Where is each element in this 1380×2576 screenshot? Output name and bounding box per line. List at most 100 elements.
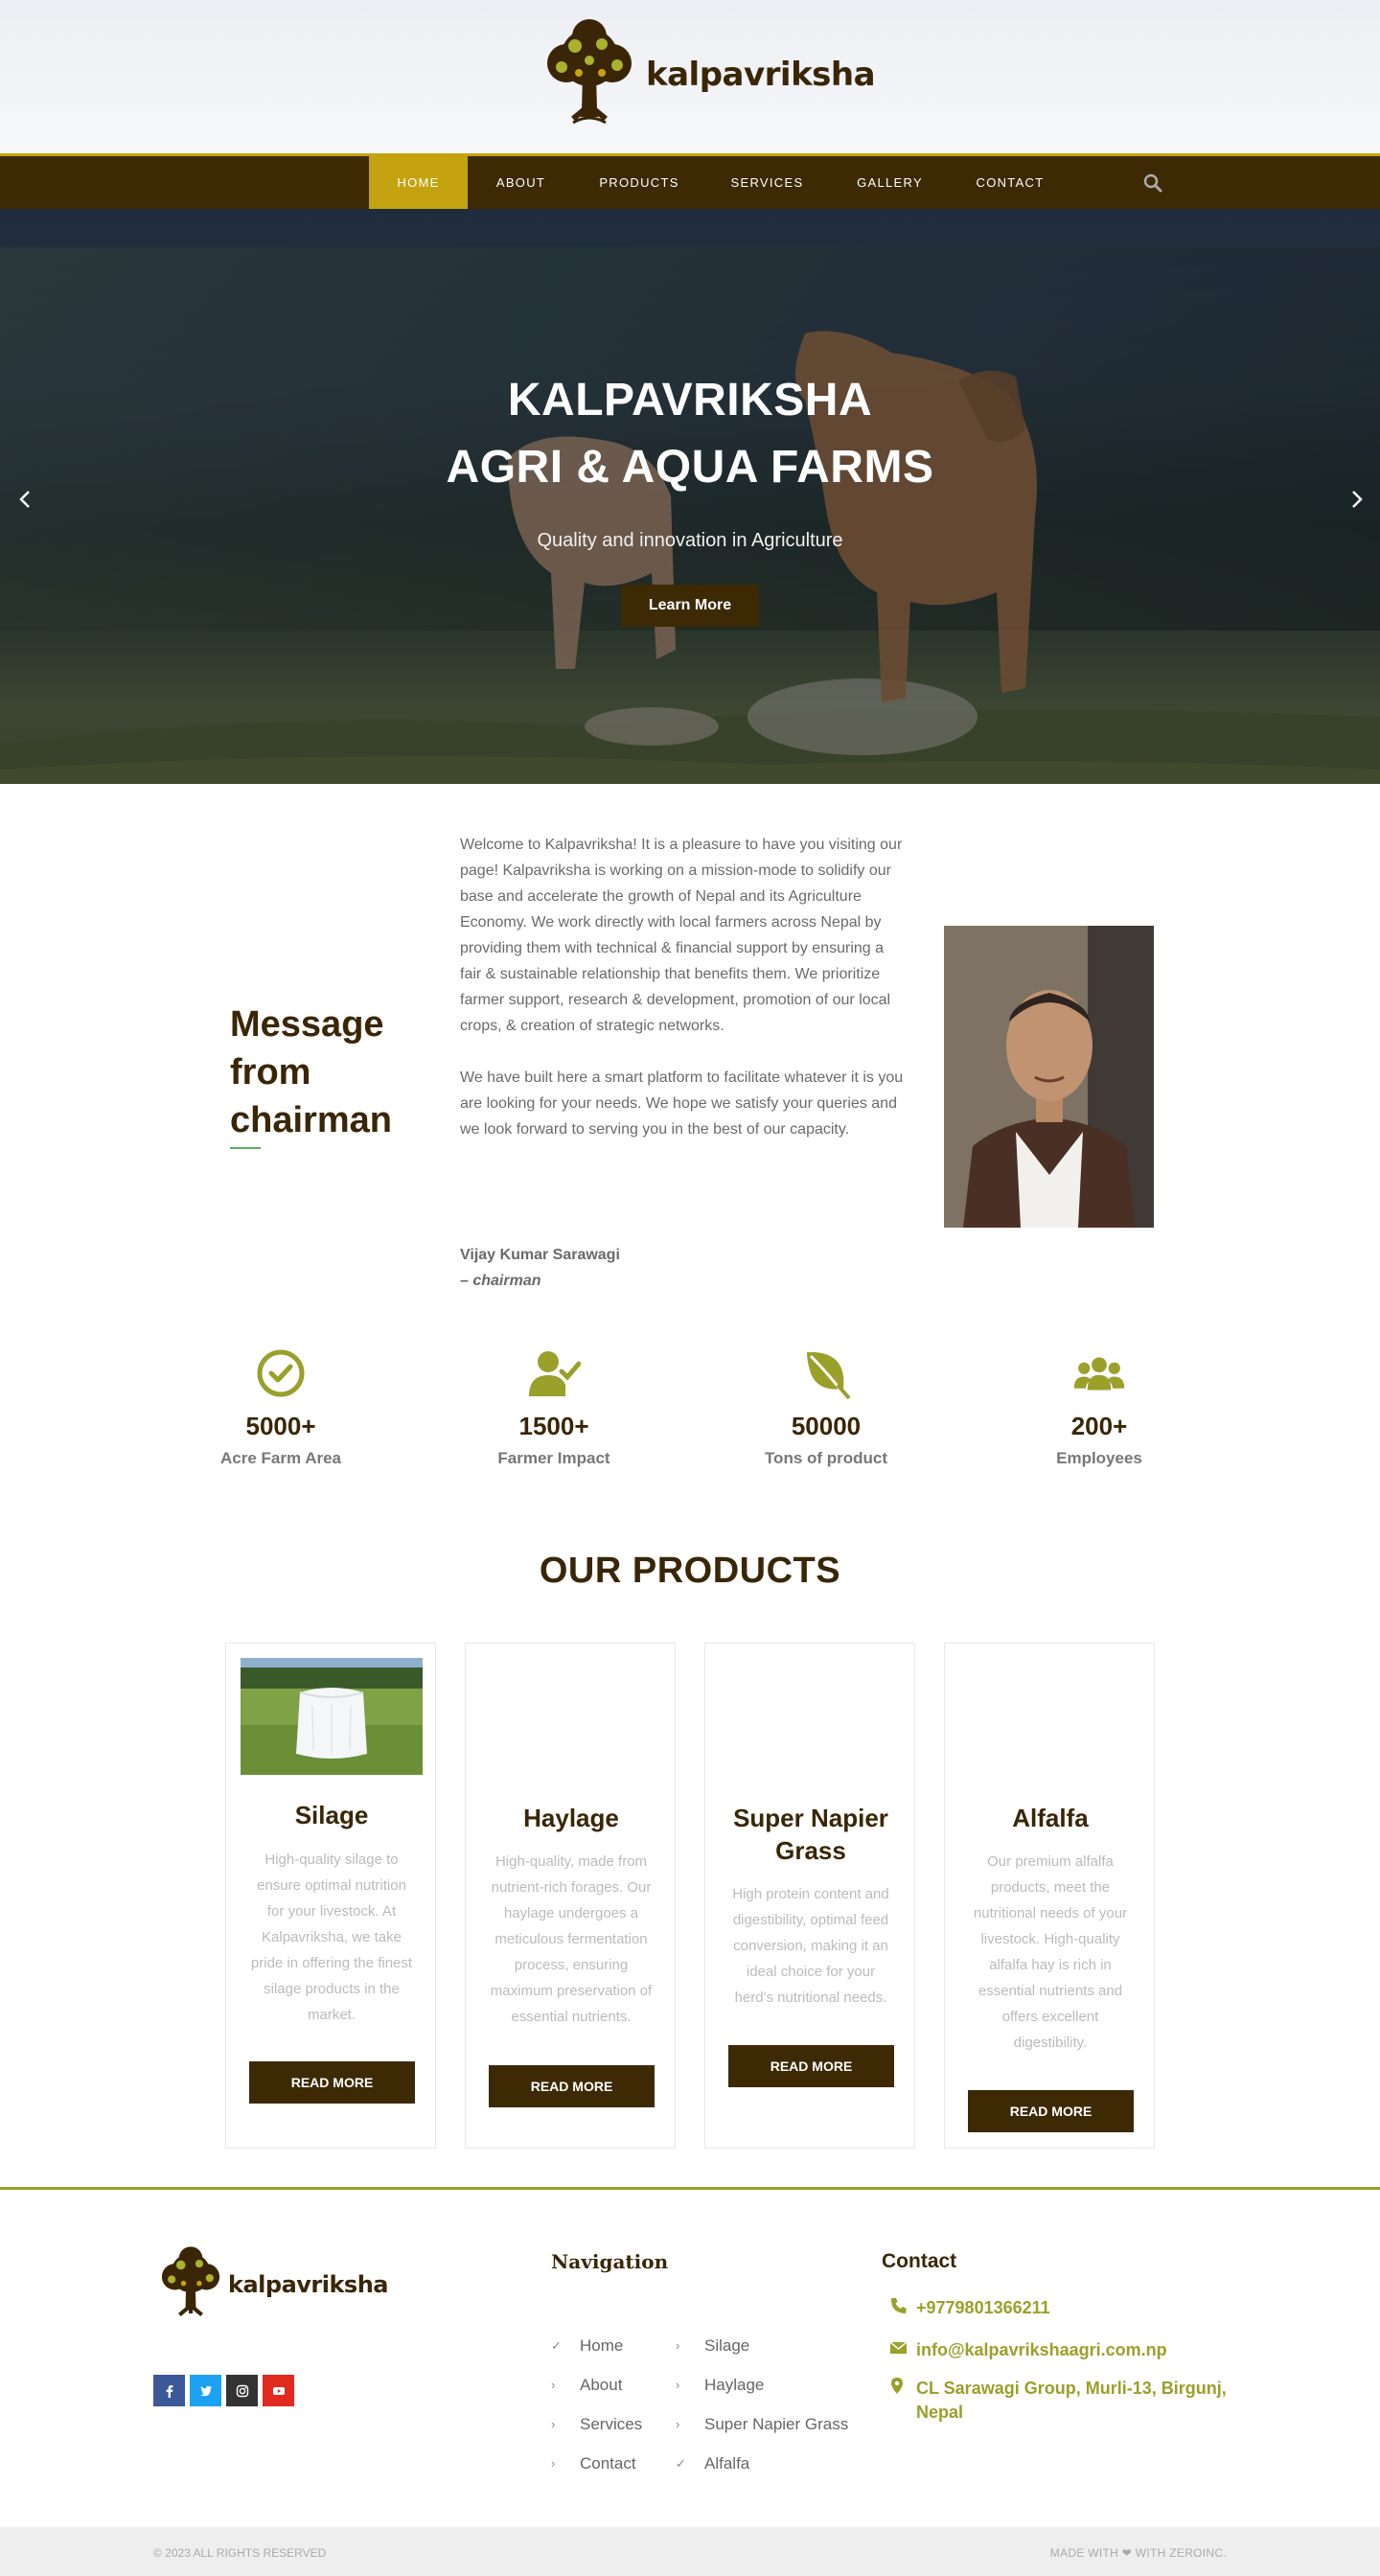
hero-title-line2: AGRI & AQUA FARMS	[446, 442, 934, 493]
twitter-icon[interactable]	[190, 2375, 221, 2406]
contact-address: CL Sarawagi Group, Murli-13, Birgunj, Ne…	[882, 2377, 1227, 2425]
footer-logo[interactable]: kalpavriksha	[153, 2244, 389, 2325]
footer-link-label: Home	[580, 2335, 624, 2355]
chevron-right-icon[interactable]	[1347, 485, 1367, 514]
contact-phone[interactable]: +9779801366211	[882, 2296, 1050, 2320]
product-card-super-napier-grass: Super Napier Grass High protein content …	[704, 1643, 915, 2149]
made-with-text[interactable]: MADE WITH ❤ WITH ZEROINC.	[1050, 2546, 1227, 2560]
product-title: Super Napier Grass	[733, 1804, 888, 1865]
nav-item-products[interactable]: PRODUCTS	[574, 156, 704, 209]
copyright-text: © 2023 ALL RIGHTS RESERVED	[153, 2546, 327, 2560]
facebook-icon[interactable]	[153, 2375, 185, 2406]
stat-label: Acre Farm Area	[220, 1449, 341, 1467]
check-icon: ✓	[551, 2337, 562, 2353]
chevron-right-icon: ›	[676, 2378, 680, 2392]
nav-item-gallery[interactable]: GALLERY	[830, 156, 950, 209]
hero-subtitle: Quality and innovation in Agriculture	[537, 530, 843, 551]
tree-logo-icon	[547, 19, 632, 125]
stat-value: 5000+	[245, 1412, 316, 1440]
product-description: High-quality silage to ensure optimal nu…	[250, 1852, 413, 2023]
footer-link-label: About	[580, 2375, 623, 2394]
product-description: High-quality, made from nutrient-rich fo…	[490, 1853, 653, 2025]
learn-more-button[interactable]: Learn More	[621, 585, 759, 627]
footer-link-services[interactable]: › Services	[551, 2404, 642, 2444]
stat-acre-farm-area: 5000+ Acre Farm Area	[175, 1346, 386, 1468]
chairman-photo	[944, 926, 1154, 1228]
signature-role: – chairman	[460, 1273, 541, 1289]
chevron-right-icon: ›	[551, 2378, 556, 2392]
product-card-haylage: Haylage High-quality, made from nutrient…	[465, 1643, 676, 2149]
hero-title: KALPAVRIKSHA AGRI & AQUA FARMS	[0, 367, 1380, 501]
bottom-bar: © 2023 ALL RIGHTS RESERVED MADE WITH ❤ W…	[0, 2527, 1380, 2576]
brand-logo[interactable]: kalpavriksha	[535, 17, 876, 132]
footer-link-label: Services	[580, 2414, 643, 2433]
stat-label: Farmer Impact	[497, 1449, 610, 1467]
chevron-right-icon: ›	[551, 2417, 556, 2431]
youtube-icon[interactable]	[263, 2375, 294, 2406]
contact-email[interactable]: info@kalpavrikshaagri.com.np	[882, 2338, 1167, 2362]
hero-title-line1: KALPAVRIKSHA	[507, 375, 873, 426]
message-heading: Message from chairman	[230, 1004, 392, 1140]
chevron-right-icon: ›	[676, 2338, 680, 2353]
footer-link-label: Haylage	[704, 2375, 765, 2394]
user-check-icon	[529, 1351, 581, 1396]
signature-name: Vijay Kumar Sarawagi	[460, 1247, 620, 1263]
nav-item-services[interactable]: SERVICES	[704, 156, 830, 209]
hero-banner: KALPAVRIKSHA AGRI & AQUA FARMS Quality a…	[0, 209, 1380, 784]
email-address: info@kalpavrikshaagri.com.np	[916, 2340, 1167, 2359]
footer-link-haylage[interactable]: › Haylage	[676, 2365, 848, 2404]
nav-item-contact[interactable]: CONTACT	[950, 156, 1070, 209]
stat-value: 50000	[791, 1412, 862, 1440]
message-paragraph: Welcome to Kalpavriksha! It is a pleasur…	[460, 837, 903, 1034]
footer-link-super-napier-grass[interactable]: › Super Napier Grass	[676, 2404, 848, 2444]
phone-number: +9779801366211	[916, 2298, 1050, 2317]
stat-label: Employees	[1056, 1449, 1142, 1467]
footer-link-alfalfa[interactable]: ✓ Alfalfa	[676, 2444, 848, 2483]
chevron-right-icon: ›	[551, 2456, 556, 2471]
site-header: kalpavriksha	[0, 0, 1380, 153]
stat-value: 200+	[1070, 1412, 1128, 1440]
read-more-button[interactable]: READ MORE	[968, 2090, 1134, 2132]
product-title: Haylage	[523, 1804, 619, 1832]
message-signature: Vijay Kumar Sarawagi – chairman	[460, 1242, 620, 1294]
footer-link-silage[interactable]: › Silage	[676, 2326, 848, 2365]
main-navigation: HOME ABOUT PRODUCTS SERVICES GALLERY CON…	[0, 153, 1380, 209]
product-description: Our premium alfalfa products, meet the n…	[973, 1853, 1128, 2051]
envelope-icon	[889, 2341, 908, 2354]
products-heading: OUR PRODUCTS	[539, 1551, 841, 1591]
check-circle-icon	[257, 1349, 305, 1397]
product-title: Alfalfa	[1012, 1804, 1089, 1832]
read-more-button[interactable]: READ MORE	[249, 2061, 415, 2104]
product-title: Silage	[294, 1801, 369, 1829]
footer-link-home[interactable]: ✓ Home	[551, 2326, 642, 2365]
footer-link-label: Alfalfa	[704, 2453, 750, 2472]
nav-item-about[interactable]: ABOUT	[468, 156, 574, 209]
nav-item-home[interactable]: HOME	[369, 156, 468, 209]
silage-image	[241, 1658, 423, 1775]
chevron-right-icon: ›	[676, 2417, 680, 2431]
footer-link-contact[interactable]: › Contact	[551, 2444, 642, 2483]
postal-address: CL Sarawagi Group, Murli-13, Birgunj, Ne…	[916, 2379, 1227, 2422]
footer-divider	[0, 2187, 1380, 2190]
map-pin-icon	[891, 2378, 903, 2394]
leaf-icon	[807, 1351, 851, 1400]
product-description: High protein content and digestibility, …	[732, 1886, 889, 2006]
tree-logo-icon	[161, 2246, 220, 2317]
read-more-button[interactable]: READ MORE	[489, 2065, 655, 2107]
search-icon[interactable]	[1143, 173, 1162, 193]
footer-contact-title: Contact	[882, 2250, 957, 2272]
footer-brand-name: kalpavriksha	[228, 2271, 389, 2298]
stat-farmer-impact: 1500+ Farmer Impact	[448, 1346, 659, 1468]
heading-underline	[230, 1147, 261, 1149]
instagram-icon[interactable]	[226, 2375, 258, 2406]
brand-name: kalpavriksha	[646, 56, 876, 94]
product-card-silage: Silage High-quality silage to ensure opt…	[225, 1643, 436, 2149]
product-card-alfalfa: Alfalfa Our premium alfalfa products, me…	[944, 1643, 1155, 2149]
users-icon	[1073, 1357, 1125, 1391]
chevron-left-icon[interactable]	[15, 485, 34, 514]
footer-link-label: Super Napier Grass	[704, 2414, 849, 2433]
footer-link-about[interactable]: › About	[551, 2365, 642, 2404]
phone-icon	[891, 2298, 907, 2313]
read-more-button[interactable]: READ MORE	[728, 2045, 894, 2087]
footer-link-label: Contact	[580, 2453, 636, 2472]
